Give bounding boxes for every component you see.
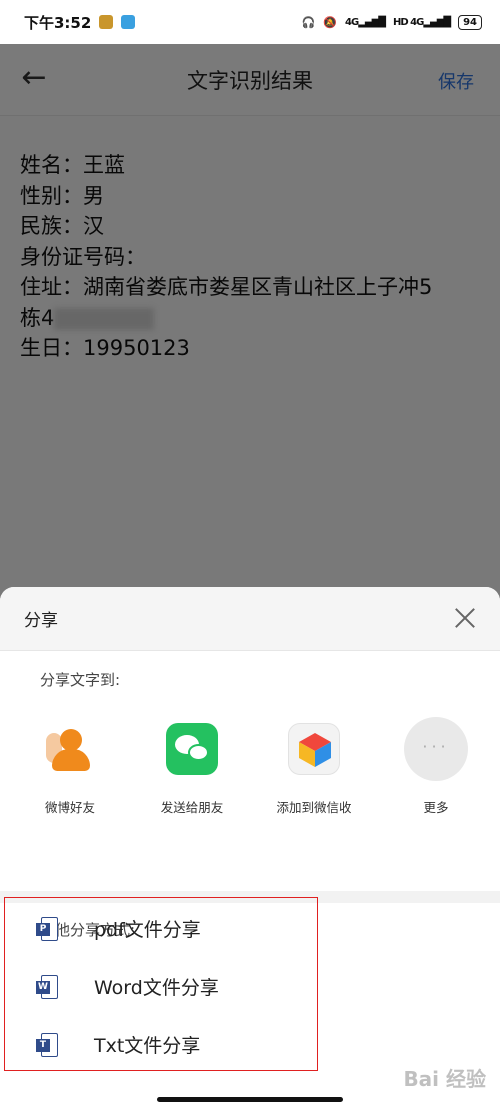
share-option-txt[interactable]: T Txt文件分享 bbox=[36, 1031, 200, 1058]
txt-file-icon: T bbox=[36, 1032, 58, 1057]
share-app-wechat[interactable]: 发送给朋友 bbox=[136, 705, 248, 891]
word-file-icon: W bbox=[36, 974, 58, 999]
share-sheet-title: 分享 bbox=[24, 611, 58, 631]
notification-app-icon bbox=[99, 15, 114, 29]
share-app-label: 添加到微信收 bbox=[276, 800, 352, 815]
home-indicator[interactable] bbox=[157, 1097, 343, 1102]
wechat-icon bbox=[166, 723, 218, 775]
share-sheet: 分享 分享文字到: 微博好友 发送给朋友 添加到微信收 ··· 更多 其他分享方… bbox=[0, 587, 500, 1111]
share-app-weibo[interactable]: 微博好友 bbox=[14, 705, 126, 891]
pdf-file-icon: P bbox=[36, 916, 58, 941]
weibo-friends-icon bbox=[44, 723, 96, 775]
share-option-word[interactable]: W Word文件分享 bbox=[36, 973, 219, 1000]
share-sheet-header: 分享 bbox=[0, 587, 500, 651]
notification-app-icon-2 bbox=[121, 15, 136, 29]
share-option-label: Word文件分享 bbox=[94, 977, 219, 999]
share-option-label: Txt文件分享 bbox=[94, 1035, 201, 1057]
share-app-label: 发送给朋友 bbox=[160, 800, 224, 815]
signal-left: 4G▂▄▆█ bbox=[345, 16, 386, 28]
share-app-wechat-favorites[interactable]: 添加到微信收 bbox=[258, 705, 370, 891]
share-text-heading: 分享文字到: bbox=[40, 671, 121, 689]
close-icon[interactable] bbox=[452, 605, 478, 631]
share-option-pdf[interactable]: P pdf文件分享 bbox=[36, 915, 201, 942]
signal-right: HD 4G▂▄▆█ bbox=[392, 16, 451, 28]
headphone-icon: 🎧 bbox=[301, 15, 316, 29]
mute-bell-icon: 🔕 bbox=[323, 15, 338, 29]
status-time: 下午3:52 bbox=[24, 13, 92, 32]
wechat-favorites-icon bbox=[288, 723, 340, 775]
share-app-row: 微博好友 发送给朋友 添加到微信收 ··· 更多 bbox=[0, 705, 500, 891]
battery-indicator: 94 bbox=[458, 14, 482, 30]
share-app-more[interactable]: ··· 更多 bbox=[380, 705, 492, 891]
share-app-label: 微博好友 bbox=[44, 800, 95, 815]
share-option-label: pdf文件分享 bbox=[94, 919, 201, 941]
share-app-label: 更多 bbox=[423, 800, 449, 815]
status-bar: 下午3:52 🎧 🔕 4G▂▄▆█ HD 4G▂▄▆█ 94 bbox=[0, 0, 500, 44]
more-dots-icon: ··· bbox=[404, 717, 468, 781]
watermark: Bai 经验 bbox=[403, 1067, 486, 1091]
